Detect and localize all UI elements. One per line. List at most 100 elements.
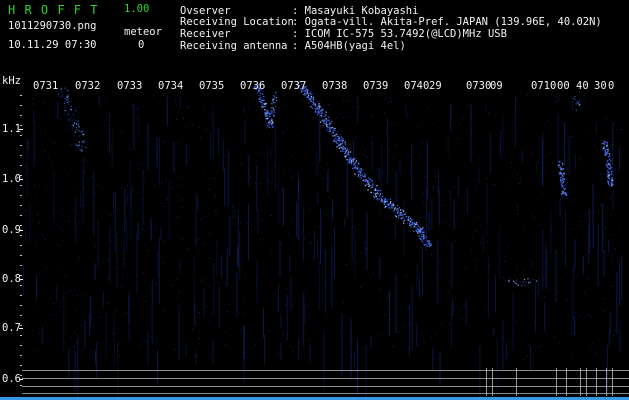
echo-pixel [306, 93, 308, 95]
noise-dot [249, 176, 251, 178]
noise-dot [248, 178, 250, 180]
echo-pixel [260, 97, 262, 99]
noise-dot [364, 154, 366, 156]
noise-dot [575, 311, 577, 313]
echo-pixel [412, 223, 414, 225]
noise-dot [202, 107, 204, 109]
noise-dot [268, 179, 270, 181]
noise-dot [618, 120, 620, 122]
noise-dot [179, 304, 181, 306]
noise-dot [271, 250, 273, 252]
echo-pixel [422, 235, 424, 237]
echo-pixel [380, 189, 382, 192]
noise-streak [216, 238, 218, 276]
noise-streak [159, 137, 160, 186]
noise-dot [458, 289, 460, 291]
echo-pixel [575, 103, 577, 105]
noise-streak [203, 288, 205, 317]
echo-pixel [393, 212, 395, 214]
echo-pixel [408, 216, 410, 218]
noise-dot [43, 93, 45, 94]
noise-dot [98, 342, 100, 343]
echo-pixel [610, 167, 612, 169]
noise-dot [563, 344, 565, 346]
noise-dot [358, 224, 359, 225]
y-tick-label: 0.9 [2, 224, 21, 236]
app-version: 1.00 [124, 3, 150, 15]
echo-pixel [322, 111, 324, 113]
noise-dot [474, 230, 476, 232]
noise-dot [34, 143, 36, 145]
echo-pixel [327, 116, 330, 118]
echo-pixel [413, 221, 415, 223]
noise-dot [309, 315, 311, 317]
noise-dot [248, 173, 250, 175]
echo-pixel [605, 144, 608, 146]
echo-pixel [338, 147, 340, 149]
noise-dot [586, 254, 588, 256]
noise-dot [285, 304, 287, 306]
noise-dot [48, 157, 50, 159]
echo-pixel [413, 231, 415, 233]
echo-pixel [72, 113, 74, 115]
noise-dot [615, 129, 617, 130]
noise-dot [276, 352, 278, 354]
bottom-reference-lines [0, 368, 629, 400]
noise-dot [182, 206, 183, 208]
echo-pixel [266, 113, 268, 115]
noise-dot [491, 168, 493, 170]
noise-dot [594, 345, 596, 347]
echo-pixel [563, 188, 565, 190]
noise-dot [117, 343, 119, 345]
noise-dot [96, 342, 98, 344]
echo-pixel [61, 92, 63, 94]
noise-streak [451, 243, 453, 289]
noise-streak [602, 202, 604, 253]
noise-dot [154, 184, 156, 186]
noise-dot [364, 150, 366, 152]
echo-pixel [579, 106, 581, 108]
noise-dot [155, 229, 157, 231]
echo-pixel [362, 172, 364, 174]
noise-dot [204, 216, 206, 218]
echo-pixel [607, 157, 609, 159]
noise-dot [64, 114, 66, 116]
echo-pixel [307, 96, 309, 98]
echo-pixel [329, 124, 331, 126]
echo-pixel [428, 243, 430, 245]
noise-dot [423, 271, 425, 273]
echo-pixel [359, 172, 361, 174]
echo-pixel [561, 165, 563, 167]
noise-dot [398, 331, 400, 333]
echo-pixel [270, 110, 272, 112]
noise-dot [490, 207, 492, 209]
reference-tick [556, 368, 557, 396]
noise-dot [131, 104, 133, 106]
reference-tick [606, 368, 607, 396]
echo-pixel [400, 212, 402, 214]
echo-pixel [400, 213, 402, 215]
noise-dot [476, 279, 477, 281]
noise-dot [571, 300, 573, 302]
noise-dot [181, 199, 183, 201]
noise-streak [304, 302, 306, 324]
noise-dot [180, 262, 182, 263]
noise-dot [583, 98, 585, 100]
noise-dot [424, 217, 426, 219]
echo-pixel [83, 141, 85, 143]
noise-dot [237, 350, 239, 351]
noise-streak [426, 140, 428, 200]
echo-pixel [340, 134, 342, 136]
echo-pixel [403, 209, 405, 211]
noise-dot [434, 286, 436, 288]
noise-dot [294, 158, 296, 160]
noise-dot [84, 241, 86, 243]
echo-pixel [607, 171, 609, 173]
noise-dot [178, 111, 180, 113]
noise-dot [408, 347, 410, 349]
noise-dot [496, 135, 498, 137]
noise-dot [564, 123, 566, 125]
noise-dot [136, 108, 138, 110]
y-minor-tick [20, 295, 22, 296]
noise-streak [136, 235, 138, 294]
